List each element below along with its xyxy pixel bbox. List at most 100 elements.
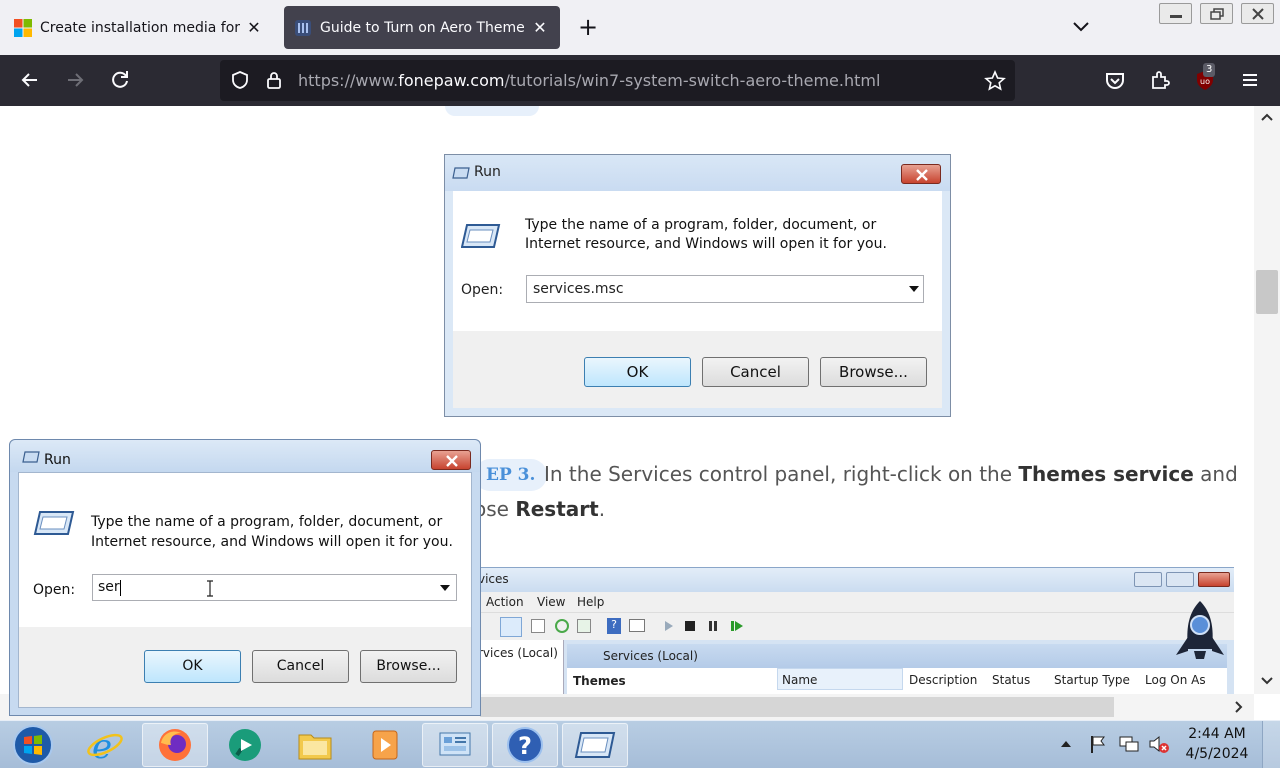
article-image-run-dialog: Run Type the name of a program, folder, …	[444, 154, 951, 417]
toolbar-console-icon	[629, 619, 645, 632]
browser-tab-create-media[interactable]: Create installation media for Wi ✕	[4, 6, 274, 49]
browser-tab-aero-guide[interactable]: Guide to Turn on Aero Theme o ✕	[284, 6, 560, 49]
internet-explorer-icon: e	[87, 727, 123, 765]
action-center-flag-icon[interactable]	[1089, 734, 1107, 754]
column-header-status: Status	[992, 673, 1031, 687]
pocket-icon[interactable]	[1100, 65, 1130, 95]
taskbar-firefox[interactable]	[142, 723, 208, 767]
taskbar: e ?	[0, 720, 1280, 768]
dropdown-arrow-icon	[909, 286, 919, 292]
reload-icon[interactable]	[105, 65, 135, 95]
taskbar-ie[interactable]: e	[72, 723, 138, 767]
tracking-shield-icon[interactable]	[230, 70, 250, 90]
restore-button[interactable]	[1200, 3, 1233, 24]
svg-text:e: e	[92, 727, 112, 765]
network-icon[interactable]	[1118, 734, 1140, 754]
run-icon	[33, 511, 75, 535]
taskbar-media-player[interactable]	[352, 723, 418, 767]
horizontal-scrollbar-thumb[interactable]	[480, 697, 1114, 717]
clock-time: 2:44 AM	[1188, 726, 1246, 742]
scroll-down-icon[interactable]	[1260, 676, 1274, 686]
run-ok-button[interactable]: OK	[144, 650, 241, 683]
run-browse-button[interactable]: Browse...	[360, 650, 457, 683]
image-browse-button: Browse...	[820, 357, 927, 387]
image-dialog-open-field: services.msc	[526, 275, 924, 303]
new-tab-button[interactable]: +	[575, 12, 601, 42]
step-3-label: EP 3.	[474, 459, 548, 491]
forward-icon[interactable]	[60, 65, 90, 95]
taskbar-run[interactable]	[562, 723, 628, 767]
taskbar-explorer[interactable]	[282, 723, 348, 767]
tab-title: Guide to Turn on Aero Theme o	[320, 19, 530, 36]
restart-icon	[731, 621, 743, 631]
fonepaw-icon	[295, 19, 311, 36]
image-dialog-title: Run	[474, 164, 501, 180]
lock-icon[interactable]	[264, 70, 284, 90]
bookmark-star-icon[interactable]	[984, 70, 1006, 92]
image-dialog-titlebar: Run	[445, 155, 950, 191]
run-icon	[574, 732, 616, 758]
help-icon: ?	[507, 727, 543, 763]
column-header-description: Description	[909, 673, 978, 687]
services-maximize-icon	[1166, 572, 1194, 587]
url-text[interactable]: https://www.fonepaw.com/tutorials/win7-s…	[298, 71, 880, 90]
show-hidden-icons-icon[interactable]	[1060, 739, 1072, 749]
show-desktop-button[interactable]	[1262, 721, 1280, 768]
svg-text:uo: uo	[1200, 77, 1210, 86]
chevron-down-icon[interactable]	[1068, 14, 1094, 40]
close-tab-icon[interactable]: ✕	[244, 18, 264, 37]
clock-date: 4/5/2024	[1185, 746, 1249, 762]
ibeam-cursor-icon	[207, 580, 213, 597]
volume-muted-icon[interactable]	[1148, 734, 1170, 754]
minimize-button[interactable]	[1159, 3, 1192, 24]
image-dialog-prompt: Type the name of a program, folder, docu…	[525, 217, 887, 252]
toolbar-refresh-icon	[555, 619, 569, 633]
taskbar-help[interactable]: ?	[492, 723, 558, 767]
run-cancel-button[interactable]: Cancel	[252, 650, 349, 683]
close-window-button[interactable]	[1241, 3, 1274, 24]
run-icon	[452, 167, 470, 179]
image-cancel-button: Cancel	[702, 357, 809, 387]
taskbar-control-panel[interactable]	[422, 723, 488, 767]
services-tree: rvices (Local)	[474, 640, 564, 694]
extensions-icon[interactable]	[1145, 65, 1175, 95]
run-open-input-value: ser	[98, 579, 120, 595]
image-dialog-close-icon	[901, 164, 941, 184]
play-icon	[665, 621, 673, 631]
vertical-scrollbar-thumb[interactable]	[1256, 270, 1278, 314]
text-caret	[120, 580, 121, 596]
run-dialog-titlebar[interactable]: Run	[10, 440, 480, 472]
run-icon	[461, 224, 501, 248]
taskbar-clock[interactable]: 2:44 AM 4/5/2024	[1184, 724, 1250, 764]
start-button[interactable]	[0, 723, 66, 767]
image-ok-button: OK	[584, 357, 691, 387]
vertical-scrollbar[interactable]	[1254, 106, 1280, 694]
url-bar[interactable]: https://www.fonepaw.com/tutorials/win7-s…	[220, 60, 1015, 101]
microsoft-icon	[14, 18, 32, 37]
run-dialog-body: Type the name of a program, folder, docu…	[18, 472, 472, 708]
tab-title: Create installation media for Wi	[40, 19, 244, 36]
back-icon[interactable]	[15, 65, 45, 95]
taskbar-media-app[interactable]	[212, 723, 278, 767]
run-icon	[22, 451, 40, 463]
run-open-input[interactable]: ser	[92, 574, 457, 601]
start-orb-icon	[13, 725, 53, 765]
run-dialog-close-button[interactable]	[431, 450, 471, 470]
toolbar-export-icon	[577, 619, 591, 633]
media-app-icon	[229, 729, 261, 761]
dropdown-arrow-icon[interactable]	[440, 585, 450, 592]
toolbar-grid-icon	[500, 617, 522, 637]
firefox-icon	[159, 729, 191, 761]
close-tab-icon[interactable]: ✕	[530, 18, 550, 37]
run-dialog: Run Type the name of a program, folder, …	[9, 439, 481, 716]
scroll-up-icon[interactable]	[1260, 112, 1274, 122]
services-menubar: Action View Help	[474, 592, 1234, 612]
scroll-right-icon[interactable]	[1234, 700, 1244, 714]
services-minimize-icon	[1134, 572, 1162, 587]
file-explorer-icon	[298, 734, 332, 760]
menu-icon[interactable]	[1235, 65, 1265, 95]
toolbar-help-icon: ?	[607, 618, 621, 634]
article-image-services: vices Action View Help ? rvices (Local)	[474, 567, 1234, 694]
media-player-icon	[372, 730, 398, 760]
rocket-icon[interactable]	[1172, 599, 1228, 667]
